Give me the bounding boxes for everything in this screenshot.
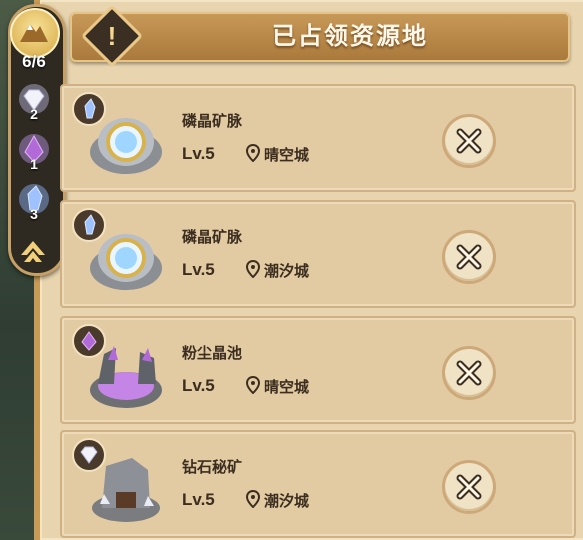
panel-header: 已占领资源地 — [70, 12, 570, 62]
location-pin-icon — [246, 144, 260, 162]
abandon-button[interactable] — [442, 230, 496, 284]
diamond-count: 2 — [30, 106, 38, 122]
purple-crystal-count: 1 — [30, 156, 38, 172]
blue-crystal-icon — [72, 208, 106, 242]
resource-name: 钻石秘矿 — [182, 459, 243, 476]
resource-row: 钻石秘矿 Lv.5 潮汐城 — [60, 430, 576, 538]
close-icon — [456, 128, 482, 154]
resource-location: 晴空城 — [264, 147, 310, 164]
blue-crystal-count: 3 — [30, 206, 38, 222]
resource-row: 磷晶矿脉 Lv.5 潮汐城 — [60, 200, 576, 308]
resource-name: 粉尘晶池 — [182, 345, 243, 362]
resource-row: 磷晶矿脉 Lv.5 晴空城 — [60, 84, 576, 192]
location-pin-icon — [246, 490, 260, 508]
resource-name: 磷晶矿脉 — [182, 113, 243, 130]
diamond-icon — [72, 438, 106, 472]
resource-row: 粉尘晶池 Lv.5 晴空城 — [60, 316, 576, 424]
resource-level: Lv.5 — [182, 144, 215, 163]
resource-level: Lv.5 — [182, 260, 215, 279]
resource-level: Lv.5 — [182, 376, 215, 395]
close-icon — [456, 244, 482, 270]
close-icon — [456, 474, 482, 500]
resource-level: Lv.5 — [182, 490, 215, 509]
abandon-button[interactable] — [442, 460, 496, 514]
location-pin-icon — [246, 260, 260, 278]
resource-name: 磷晶矿脉 — [182, 229, 243, 246]
resource-location: 潮汐城 — [264, 493, 310, 510]
page-title: 已占领资源地 — [272, 23, 428, 50]
purple-crystal-icon — [72, 324, 106, 358]
resource-location: 潮汐城 — [264, 263, 310, 280]
abandon-button[interactable] — [442, 346, 496, 400]
occupied-count: 6/6 — [22, 52, 46, 71]
mine-capacity-icon[interactable] — [10, 8, 60, 58]
blue-crystal-icon — [72, 92, 106, 126]
location-pin-icon — [246, 376, 260, 394]
close-icon — [456, 360, 482, 386]
exclamation-icon: ! — [107, 21, 117, 51]
expand-up-icon[interactable] — [18, 238, 48, 268]
resource-location: 晴空城 — [264, 379, 310, 396]
abandon-button[interactable] — [442, 114, 496, 168]
